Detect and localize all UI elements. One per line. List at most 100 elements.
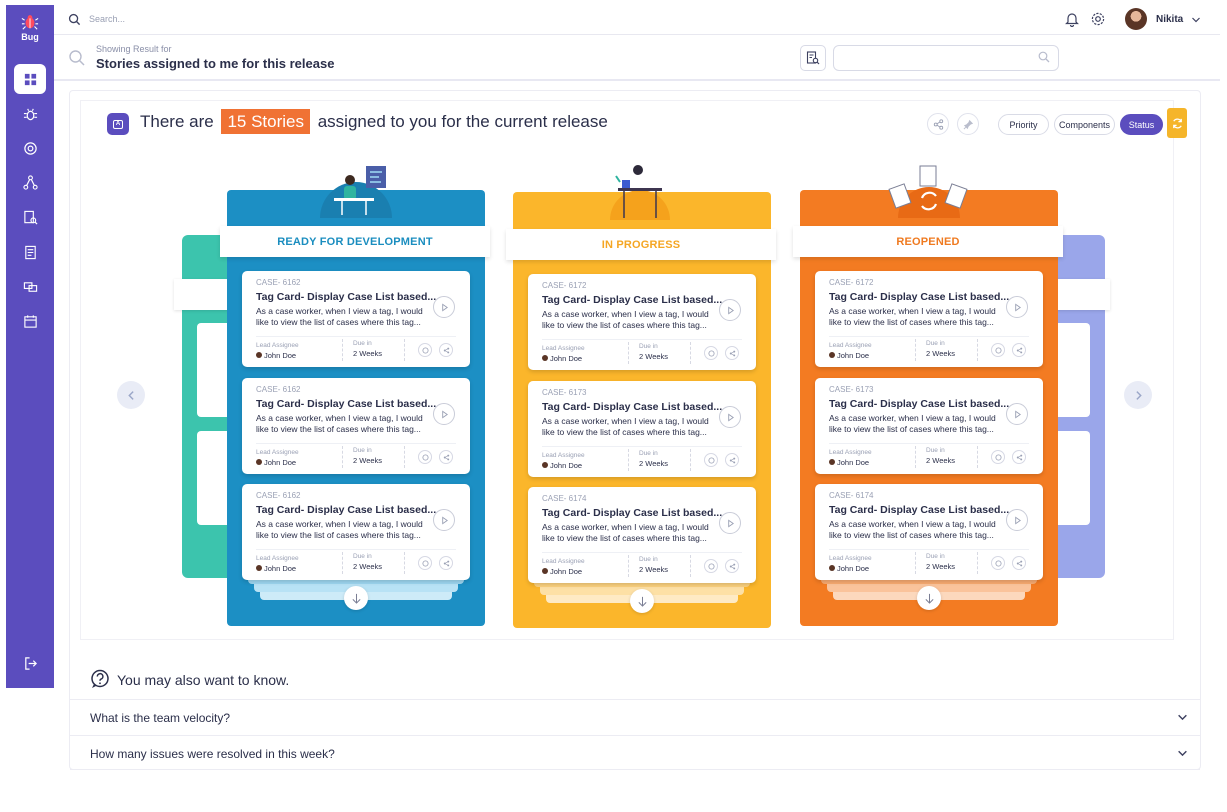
filter-priority[interactable]: Priority (998, 114, 1049, 135)
nav-hierarchy[interactable] (14, 167, 46, 197)
story-card[interactable]: CASE- 6162 Tag Card- Display Case List b… (242, 271, 470, 367)
refresh-button[interactable] (1167, 108, 1187, 138)
play-button[interactable] (433, 509, 455, 531)
global-search-input[interactable]: Search... (89, 14, 125, 24)
share-button[interactable] (1012, 343, 1026, 357)
logo-text: Bug (21, 32, 39, 42)
developer-illustration-icon (320, 166, 392, 218)
user-name[interactable]: Nikita (1156, 14, 1183, 25)
results-search-input[interactable] (833, 45, 1059, 71)
play-button[interactable] (433, 296, 455, 318)
share-button[interactable] (439, 343, 453, 357)
filter-components[interactable]: Components (1054, 114, 1115, 135)
share-button[interactable] (725, 559, 739, 573)
play-button[interactable] (1006, 296, 1028, 318)
load-more-button[interactable] (344, 586, 368, 610)
carousel-next-button[interactable] (1124, 381, 1152, 409)
faq-item[interactable]: What is the team velocity? (70, 699, 1200, 734)
card-separator (690, 449, 691, 471)
play-button[interactable] (433, 403, 455, 425)
nav-search-docs[interactable] (14, 202, 46, 232)
story-card[interactable]: CASE- 6162 Tag Card- Display Case List b… (242, 484, 470, 580)
arrow-down-icon (351, 593, 361, 604)
app-logo[interactable]: Bug (6, 13, 54, 53)
document-search-button[interactable] (800, 45, 826, 71)
lead-assignee-label: Lead Assignee (542, 345, 585, 352)
play-button[interactable] (1006, 509, 1028, 531)
story-card[interactable]: CASE- 6174 Tag Card- Display Case List b… (815, 484, 1043, 580)
load-more-button[interactable] (917, 586, 941, 610)
comment-button[interactable] (418, 450, 432, 464)
comment-button[interactable] (991, 450, 1005, 464)
bell-icon[interactable] (1064, 11, 1080, 27)
nav-messages[interactable] (14, 272, 46, 302)
filter-status[interactable]: Status (1120, 114, 1163, 135)
play-button[interactable] (719, 406, 741, 428)
card-divider (542, 446, 742, 447)
dashboard-icon (24, 73, 36, 85)
play-button[interactable] (1006, 403, 1028, 425)
lead-assignee-name: John Doe (264, 564, 297, 573)
due-value: 2 Weeks (926, 456, 956, 465)
play-button[interactable] (719, 299, 741, 321)
share-button[interactable] (725, 346, 739, 360)
nav-bugs[interactable] (14, 99, 46, 129)
case-id: CASE- 6173 (542, 388, 587, 397)
story-card[interactable]: CASE- 6173 Tag Card- Display Case List b… (815, 378, 1043, 474)
comment-button[interactable] (418, 556, 432, 570)
chevron-down-icon[interactable] (1177, 712, 1188, 723)
nav-releases[interactable] (14, 133, 46, 163)
nav-calendar[interactable] (14, 306, 46, 336)
carousel-prev-button[interactable] (117, 381, 145, 409)
assignee-avatar (256, 459, 262, 465)
play-button[interactable] (719, 512, 741, 534)
comment-button[interactable] (704, 559, 718, 573)
avatar[interactable] (1125, 8, 1147, 30)
chat-icon (23, 281, 37, 292)
card-separator (977, 446, 978, 468)
card-description: As a case worker, when I view a tag, I w… (829, 306, 996, 327)
nav-reports[interactable] (14, 237, 46, 267)
gear-icon[interactable] (1090, 11, 1106, 27)
story-card[interactable]: CASE- 6172 Tag Card- Display Case List b… (815, 271, 1043, 367)
card-separator (690, 555, 691, 577)
lead-assignee-label: Lead Assignee (829, 449, 872, 456)
story-card[interactable]: CASE- 6162 Tag Card- Display Case List b… (242, 378, 470, 474)
share-button[interactable] (1012, 450, 1026, 464)
comment-button[interactable] (704, 346, 718, 360)
nav-dashboard[interactable] (14, 64, 46, 94)
case-id: CASE- 6162 (256, 491, 301, 500)
story-card[interactable]: CASE- 6172 Tag Card- Display Case List b… (528, 274, 756, 370)
chevron-down-icon[interactable] (1191, 15, 1201, 25)
story-card[interactable]: CASE- 6174 Tag Card- Display Case List b… (528, 487, 756, 583)
story-card[interactable]: CASE- 6173 Tag Card- Display Case List b… (528, 381, 756, 477)
share-button[interactable] (1012, 556, 1026, 570)
load-more-button[interactable] (630, 589, 654, 613)
chevron-down-icon[interactable] (1177, 748, 1188, 759)
due-label: Due in (353, 553, 372, 560)
share-button[interactable] (439, 556, 453, 570)
share-icon (443, 347, 449, 353)
comment-button[interactable] (704, 453, 718, 467)
column-header: IN PROGRESS (506, 229, 776, 260)
search-icon[interactable] (68, 13, 81, 26)
lead-assignee-name: John Doe (264, 351, 297, 360)
card-separator (404, 446, 405, 468)
share-button[interactable] (927, 113, 949, 135)
comment-button[interactable] (991, 343, 1005, 357)
share-button[interactable] (439, 450, 453, 464)
lead-assignee-name: John Doe (264, 458, 297, 467)
arrow-down-icon (637, 596, 647, 607)
card-title: Tag Card- Display Case List based... (829, 398, 1010, 410)
share-button[interactable] (725, 453, 739, 467)
faq-item[interactable]: How many issues were resolved in this we… (70, 735, 1200, 770)
card-divider (256, 336, 456, 337)
share-icon (443, 560, 449, 566)
faq-question: What is the team velocity? (90, 711, 231, 725)
comment-button[interactable] (418, 343, 432, 357)
search-icon[interactable] (1038, 51, 1050, 63)
logout-button[interactable] (14, 648, 46, 678)
pin-button[interactable] (957, 113, 979, 135)
comment-button[interactable] (991, 556, 1005, 570)
background-column-header (1052, 279, 1110, 310)
